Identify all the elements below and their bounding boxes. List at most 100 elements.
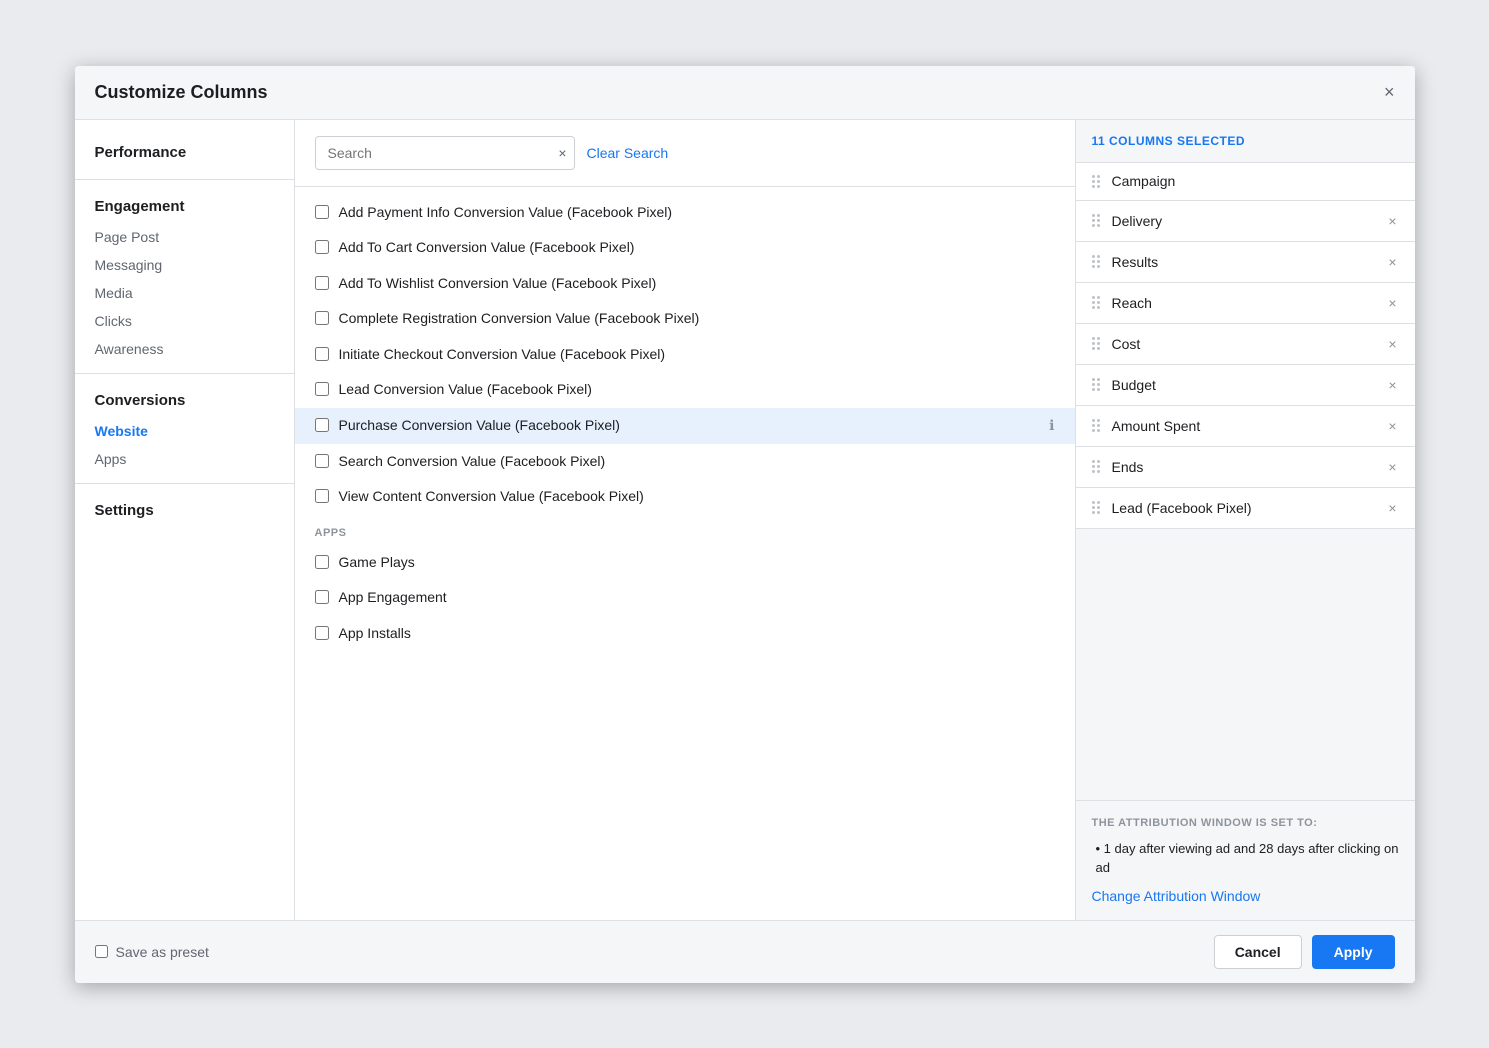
item-checkbox-8[interactable] <box>315 454 329 468</box>
selected-item-name-delivery: Delivery <box>1112 213 1375 229</box>
sidebar-item-media[interactable]: Media <box>75 279 294 307</box>
selected-item-ends: Ends × <box>1076 447 1415 488</box>
selected-item-amount-spent: Amount Spent × <box>1076 406 1415 447</box>
search-clear-icon[interactable]: × <box>558 145 566 161</box>
item-checkbox-9[interactable] <box>315 489 329 503</box>
selected-item-lead-fb-pixel: Lead (Facebook Pixel) × <box>1076 488 1415 529</box>
drag-handle-delivery[interactable] <box>1090 212 1102 229</box>
attribution-bullet-dot: • <box>1096 841 1104 856</box>
drag-handle-cost[interactable] <box>1090 335 1102 352</box>
selected-item-cost: Cost × <box>1076 324 1415 365</box>
item-checkbox-6[interactable] <box>315 382 329 396</box>
item-checkbox-3[interactable] <box>315 276 329 290</box>
content-area: × Clear Search Add Payment Info Conversi… <box>295 120 1075 920</box>
sidebar-item-messaging[interactable]: Messaging <box>75 251 294 279</box>
attribution-bullet: • 1 day after viewing ad and 28 days aft… <box>1092 839 1399 878</box>
item-checkbox-5[interactable] <box>315 347 329 361</box>
item-checkbox-7[interactable] <box>315 418 329 432</box>
right-panel: 11 COLUMNS SELECTED Campaign <box>1075 120 1415 920</box>
sidebar-item-apps[interactable]: Apps <box>75 445 294 473</box>
change-attribution-window-link[interactable]: Change Attribution Window <box>1092 888 1261 904</box>
item-label-4: Complete Registration Conversion Value (… <box>339 309 700 329</box>
drag-handle-amount-spent[interactable] <box>1090 417 1102 434</box>
list-item[interactable]: Initiate Checkout Conversion Value (Face… <box>295 337 1075 373</box>
sidebar-section-engagement: Engagement <box>75 190 294 223</box>
cancel-button[interactable]: Cancel <box>1214 935 1302 969</box>
save-preset-text: Save as preset <box>116 944 209 960</box>
item-label-12: App Installs <box>339 624 411 644</box>
remove-button-results[interactable]: × <box>1384 252 1400 272</box>
item-label-8: Search Conversion Value (Facebook Pixel) <box>339 452 606 472</box>
sidebar-item-page-post[interactable]: Page Post <box>75 223 294 251</box>
close-icon[interactable]: × <box>1384 83 1395 101</box>
clear-search-button[interactable]: Clear Search <box>587 145 669 161</box>
item-label-3: Add To Wishlist Conversion Value (Facebo… <box>339 274 657 294</box>
modal-footer: Save as preset Cancel Apply <box>75 920 1415 983</box>
save-preset-label[interactable]: Save as preset <box>95 944 209 960</box>
sidebar-item-clicks[interactable]: Clicks <box>75 307 294 335</box>
drag-handle-lead-fb-pixel[interactable] <box>1090 499 1102 516</box>
item-label-6: Lead Conversion Value (Facebook Pixel) <box>339 380 592 400</box>
list-item[interactable]: Add To Cart Conversion Value (Facebook P… <box>295 230 1075 266</box>
drag-handle-results[interactable] <box>1090 253 1102 270</box>
remove-button-reach[interactable]: × <box>1384 293 1400 313</box>
sidebar-item-website[interactable]: Website <box>75 417 294 445</box>
remove-button-cost[interactable]: × <box>1384 334 1400 354</box>
selected-item-name-reach: Reach <box>1112 295 1375 311</box>
modal-header: Customize Columns × <box>75 66 1415 120</box>
remove-button-lead-fb-pixel[interactable]: × <box>1384 498 1400 518</box>
drag-handle-budget[interactable] <box>1090 376 1102 393</box>
remove-button-budget[interactable]: × <box>1384 375 1400 395</box>
sidebar-section-performance: Performance <box>75 136 294 169</box>
remove-button-amount-spent[interactable]: × <box>1384 416 1400 436</box>
list-item-app-engagement[interactable]: App Engagement <box>295 580 1075 616</box>
selected-item-name-budget: Budget <box>1112 377 1375 393</box>
item-checkbox-4[interactable] <box>315 311 329 325</box>
selected-item-reach: Reach × <box>1076 283 1415 324</box>
item-label-9: View Content Conversion Value (Facebook … <box>339 487 644 507</box>
item-label-5: Initiate Checkout Conversion Value (Face… <box>339 345 666 365</box>
sidebar-item-awareness[interactable]: Awareness <box>75 335 294 363</box>
items-list: Add Payment Info Conversion Value (Faceb… <box>295 187 1075 920</box>
selected-item-name-cost: Cost <box>1112 336 1375 352</box>
apply-button[interactable]: Apply <box>1312 935 1395 969</box>
sidebar-section-settings: Settings <box>75 494 294 527</box>
item-checkbox-12[interactable] <box>315 626 329 640</box>
selected-item-delivery: Delivery × <box>1076 201 1415 242</box>
drag-handle-reach[interactable] <box>1090 294 1102 311</box>
list-item[interactable]: Lead Conversion Value (Facebook Pixel) <box>295 372 1075 408</box>
apps-section-label: APPS <box>295 515 1075 545</box>
selected-item-name-amount-spent: Amount Spent <box>1112 418 1375 434</box>
attribution-bullet-text: 1 day after viewing ad and 28 days after… <box>1096 841 1399 876</box>
list-item[interactable]: Add To Wishlist Conversion Value (Facebo… <box>295 266 1075 302</box>
list-item[interactable]: Search Conversion Value (Facebook Pixel) <box>295 444 1075 480</box>
selected-item-name-lead-fb-pixel: Lead (Facebook Pixel) <box>1112 500 1375 516</box>
list-item-game-plays[interactable]: Game Plays <box>295 545 1075 581</box>
list-item[interactable]: Add Payment Info Conversion Value (Faceb… <box>295 195 1075 231</box>
item-checkbox-2[interactable] <box>315 240 329 254</box>
item-checkbox-11[interactable] <box>315 590 329 604</box>
save-preset-checkbox[interactable] <box>95 945 108 958</box>
item-checkbox-1[interactable] <box>315 205 329 219</box>
search-input-wrapper: × <box>315 136 575 170</box>
list-item-purchase[interactable]: Purchase Conversion Value (Facebook Pixe… <box>295 408 1075 444</box>
drag-handle-campaign[interactable] <box>1090 173 1102 190</box>
item-label-2: Add To Cart Conversion Value (Facebook P… <box>339 238 635 258</box>
item-label-11: App Engagement <box>339 588 447 608</box>
selected-item-name-campaign: Campaign <box>1112 173 1401 189</box>
selected-item-campaign: Campaign <box>1076 163 1415 201</box>
list-item-app-installs[interactable]: App Installs <box>295 616 1075 652</box>
columns-selected-header: 11 COLUMNS SELECTED <box>1076 120 1415 163</box>
item-label-1: Add Payment Info Conversion Value (Faceb… <box>339 203 673 223</box>
search-input[interactable] <box>315 136 575 170</box>
item-checkbox-10[interactable] <box>315 555 329 569</box>
sidebar: Performance Engagement Page Post Messagi… <box>75 120 295 920</box>
info-icon-7[interactable]: ℹ <box>1049 417 1054 434</box>
list-item[interactable]: Complete Registration Conversion Value (… <box>295 301 1075 337</box>
list-item[interactable]: View Content Conversion Value (Facebook … <box>295 479 1075 515</box>
drag-handle-ends[interactable] <box>1090 458 1102 475</box>
remove-button-delivery[interactable]: × <box>1384 211 1400 231</box>
selected-list: Campaign Delivery × <box>1076 163 1415 800</box>
customize-columns-modal: Customize Columns × Performance Engageme… <box>75 66 1415 983</box>
remove-button-ends[interactable]: × <box>1384 457 1400 477</box>
